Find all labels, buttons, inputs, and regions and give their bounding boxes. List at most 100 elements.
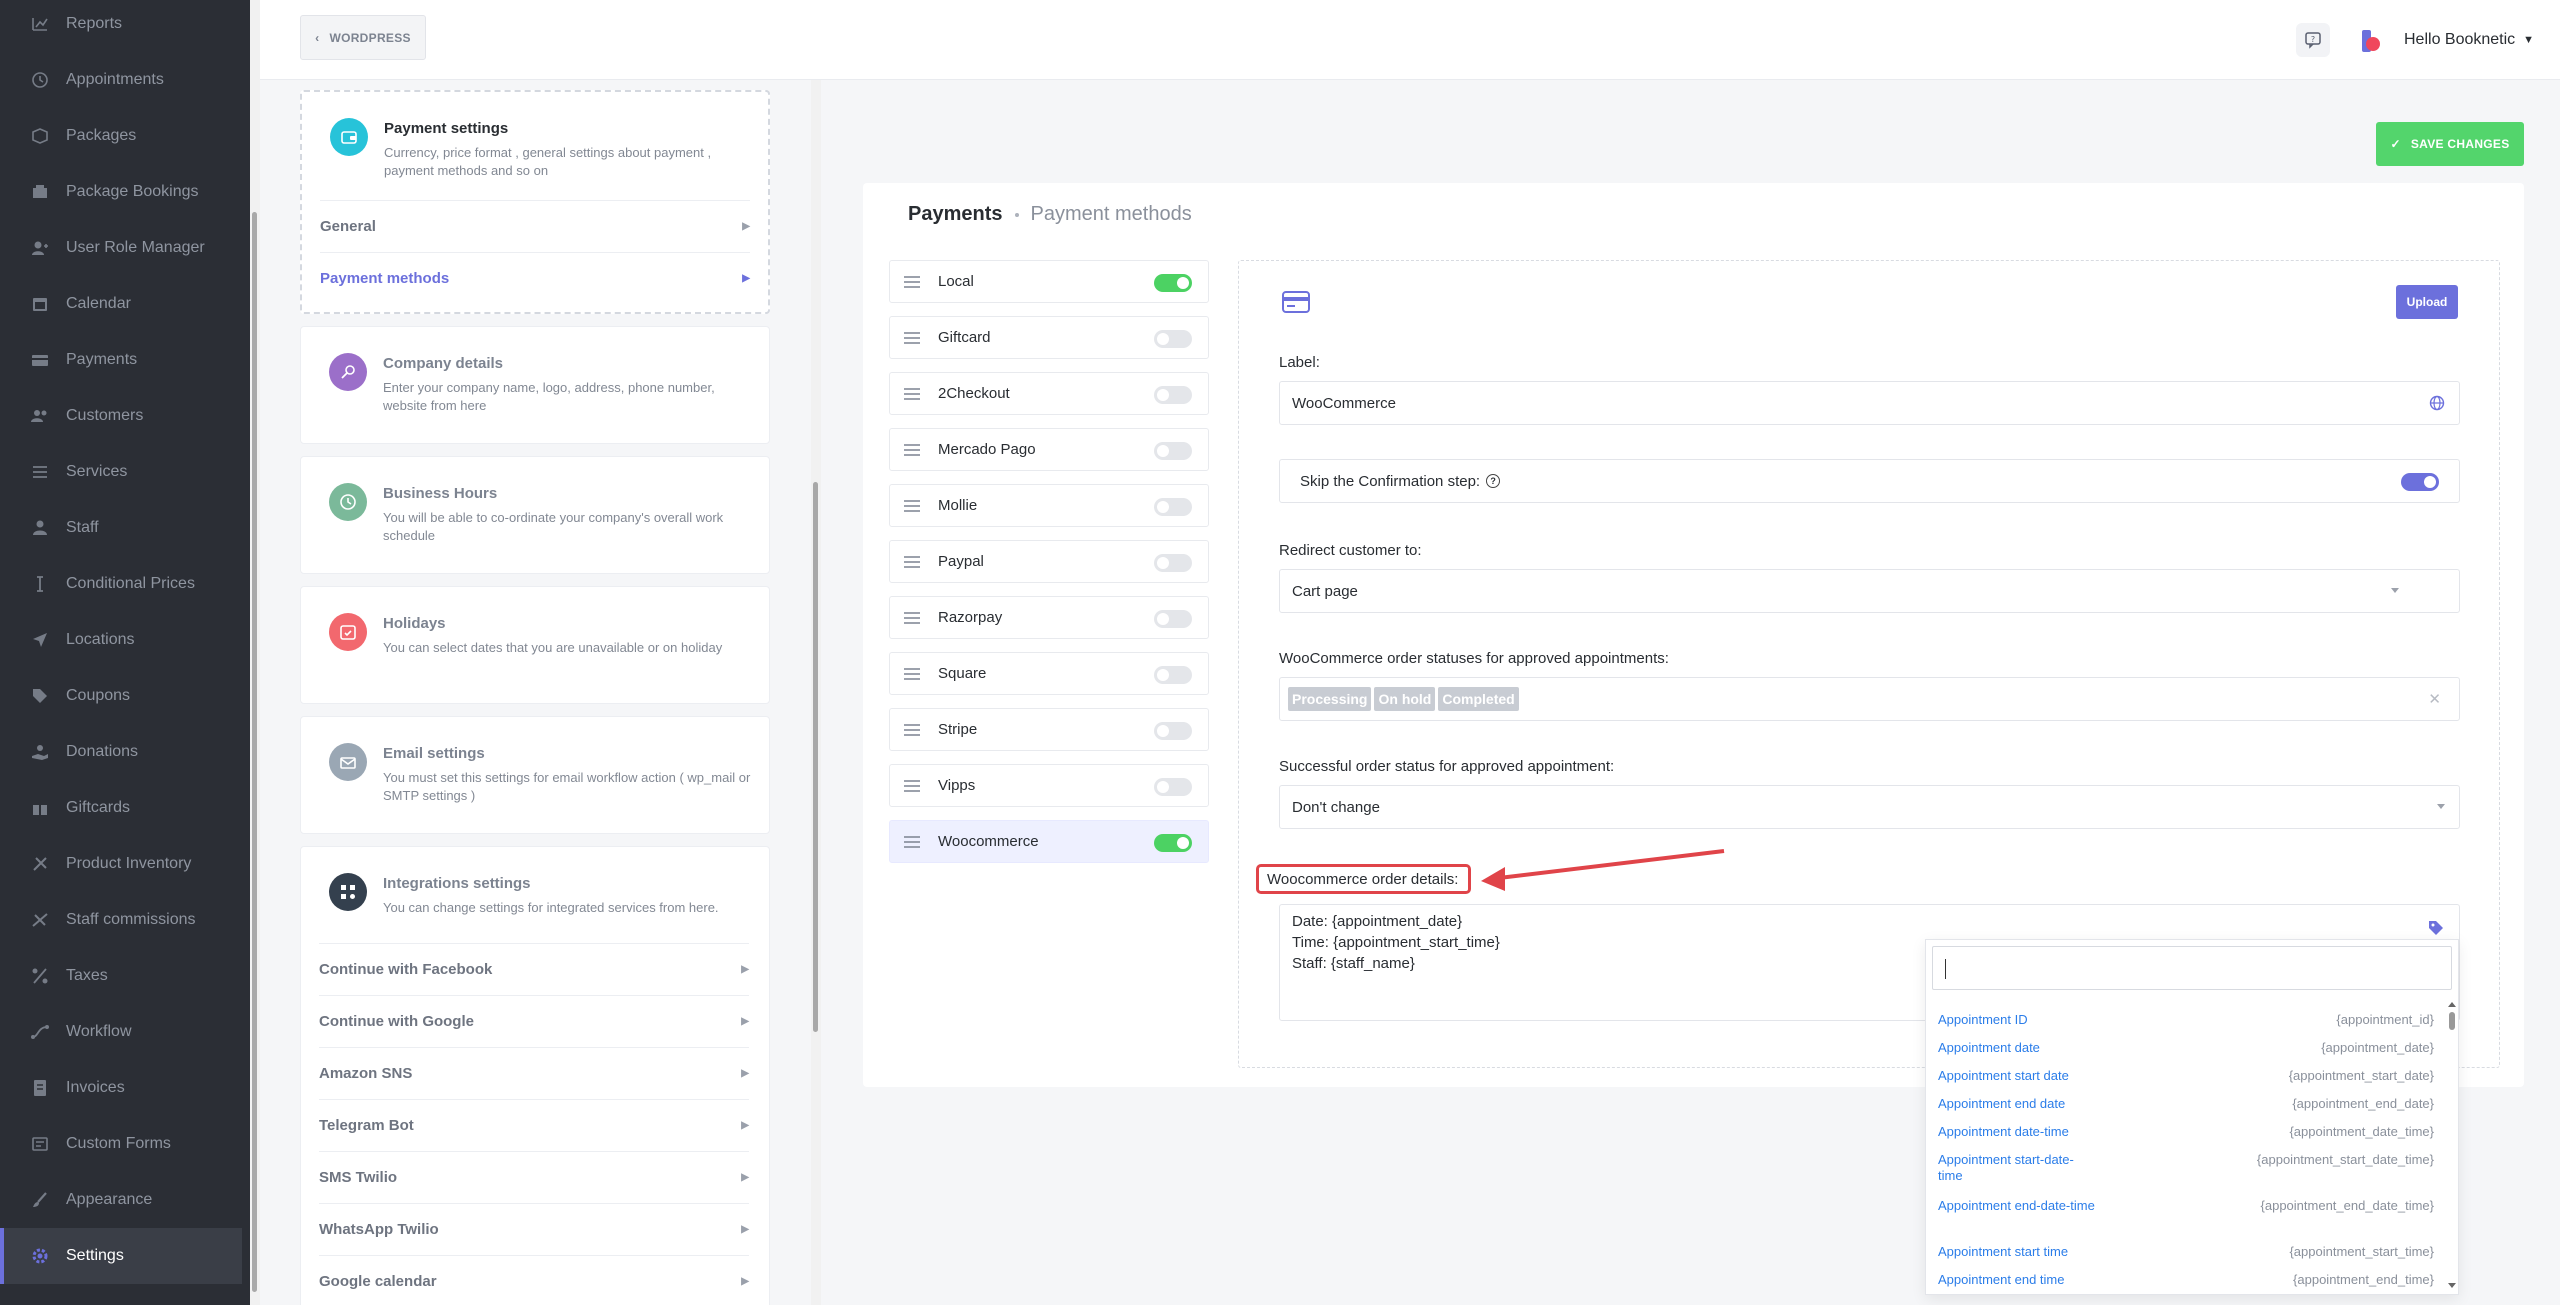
sidebar-item-appointments[interactable]: Appointments xyxy=(0,52,242,108)
shortcode-option[interactable]: Appointment end date {appointment_end_dat… xyxy=(1938,1096,2434,1112)
sidebar-scrollbar-thumb[interactable] xyxy=(252,212,257,1292)
sidebar-item-donations[interactable]: Donations xyxy=(0,724,242,780)
payment-method-toggle[interactable] xyxy=(1154,442,1192,460)
sidebar-item-taxes[interactable]: Taxes xyxy=(0,948,242,1004)
clear-icon[interactable]: ✕ xyxy=(2428,690,2441,708)
payment-method-razorpay[interactable]: Razorpay xyxy=(889,596,1209,639)
drag-handle-icon[interactable] xyxy=(904,723,920,736)
scroll-down-icon[interactable] xyxy=(2448,1282,2456,1290)
payment-method-toggle[interactable] xyxy=(1154,610,1192,628)
drag-handle-icon[interactable] xyxy=(904,387,920,400)
payment-method-toggle[interactable] xyxy=(1154,666,1192,684)
help-button[interactable]: ? xyxy=(2296,23,2330,57)
sidebar-item-conditional-prices[interactable]: Conditional Prices xyxy=(0,556,242,612)
email-settings-card[interactable]: Email settings You must set this setting… xyxy=(300,716,770,834)
sidebar-item-calendar[interactable]: Calendar xyxy=(0,276,242,332)
drag-handle-icon[interactable] xyxy=(904,275,920,288)
shortcode-option[interactable]: Appointment date-time {appointment_date_t… xyxy=(1938,1124,2434,1140)
success-status-select[interactable]: Don't change xyxy=(1279,785,2460,829)
label-input[interactable]: WooCommerce xyxy=(1279,381,2460,425)
payment-method-paypal[interactable]: Paypal xyxy=(889,540,1209,583)
question-icon[interactable]: ? xyxy=(1486,474,1501,488)
sidebar-item-staff-commissions[interactable]: Staff commissions xyxy=(0,892,242,948)
sidebar-item-locations[interactable]: Locations xyxy=(0,612,242,668)
integrations-settings-card[interactable]: Integrations settings You can change set… xyxy=(300,846,770,1305)
payment-method-woocommerce[interactable]: Woocommerce xyxy=(889,820,1209,863)
payment-method-toggle[interactable] xyxy=(1154,834,1192,852)
payment-settings-card[interactable]: Payment settings Currency, price format … xyxy=(300,90,770,314)
payment-method-mollie[interactable]: Mollie xyxy=(889,484,1209,527)
drag-handle-icon[interactable] xyxy=(904,779,920,792)
settings-scrollbar-thumb[interactable] xyxy=(813,482,818,1032)
company-details-card[interactable]: Company details Enter your company name,… xyxy=(300,326,770,444)
integration-item-whatsapp-twilio[interactable]: WhatsApp Twilio ▶ xyxy=(319,1203,749,1255)
shortcode-option[interactable]: Appointment ID {appointment_id} xyxy=(1938,1012,2434,1028)
shortcode-option[interactable]: Appointment date {appointment_date} xyxy=(1938,1040,2434,1056)
upload-button[interactable]: Upload xyxy=(2396,285,2458,319)
order-statuses-select[interactable]: Processing On hold Completed ✕ xyxy=(1279,677,2460,721)
sidebar-item-product-inventory[interactable]: Product Inventory xyxy=(0,836,242,892)
redirect-select[interactable]: Cart page xyxy=(1279,569,2460,613)
shortcode-option[interactable]: Appointment end time {appointment_end_tim… xyxy=(1938,1272,2434,1288)
shortcode-option[interactable]: Appointment start-date-time {appointment_… xyxy=(1938,1152,2434,1186)
scroll-up-icon[interactable] xyxy=(2448,1000,2456,1008)
settings-scrollbar[interactable] xyxy=(811,80,821,1305)
business-hours-card[interactable]: Business Hours You will be able to co-or… xyxy=(300,456,770,574)
user-menu[interactable]: Hello Booknetic ▼ xyxy=(2404,28,2534,52)
sub-item-general[interactable]: General ▶ xyxy=(320,200,750,252)
shortcode-search-input[interactable] xyxy=(1932,946,2452,990)
integration-item-continue-with-google[interactable]: Continue with Google ▶ xyxy=(319,995,749,1047)
drag-handle-icon[interactable] xyxy=(904,611,920,624)
integration-item-continue-with-facebook[interactable]: Continue with Facebook ▶ xyxy=(319,943,749,995)
payment-method-toggle[interactable] xyxy=(1154,498,1192,516)
sidebar-item-custom-forms[interactable]: Custom Forms xyxy=(0,1116,242,1172)
drag-handle-icon[interactable] xyxy=(904,499,920,512)
sidebar-item-services[interactable]: Services xyxy=(0,444,242,500)
sidebar-item-coupons[interactable]: Coupons xyxy=(0,668,242,724)
dropdown-scrollbar[interactable] xyxy=(2448,1000,2456,1290)
drag-handle-icon[interactable] xyxy=(904,835,920,848)
sidebar-item-giftcards[interactable]: Giftcards xyxy=(0,780,242,836)
globe-icon[interactable] xyxy=(2429,395,2445,411)
sidebar-item-package-bookings[interactable]: Package Bookings xyxy=(0,164,242,220)
integration-item-sms-twilio[interactable]: SMS Twilio ▶ xyxy=(319,1151,749,1203)
payment-method-mercado-pago[interactable]: Mercado Pago xyxy=(889,428,1209,471)
shortcode-option[interactable]: Appointment start date {appointment_start… xyxy=(1938,1068,2434,1084)
integration-item-google-calendar[interactable]: Google calendar ▶ xyxy=(319,1255,749,1305)
payment-method-toggle[interactable] xyxy=(1154,274,1192,292)
payment-method-stripe[interactable]: Stripe xyxy=(889,708,1209,751)
holidays-card[interactable]: Holidays You can select dates that you a… xyxy=(300,586,770,704)
sub-item-payment-methods[interactable]: Payment methods ▶ xyxy=(320,252,750,304)
payment-method-toggle[interactable] xyxy=(1154,778,1192,796)
sidebar-item-settings[interactable]: Settings xyxy=(0,1228,242,1284)
drag-handle-icon[interactable] xyxy=(904,667,920,680)
back-to-wordpress-button[interactable]: ‹ WORDPRESS xyxy=(300,15,426,60)
payment-method-toggle[interactable] xyxy=(1154,722,1192,740)
payment-method-giftcard[interactable]: Giftcard xyxy=(889,316,1209,359)
payment-method-toggle[interactable] xyxy=(1154,330,1192,348)
drag-handle-icon[interactable] xyxy=(904,555,920,568)
integration-item-telegram-bot[interactable]: Telegram Bot ▶ xyxy=(319,1099,749,1151)
save-changes-button[interactable]: ✓ SAVE CHANGES xyxy=(2376,122,2524,166)
payment-method-local[interactable]: Local xyxy=(889,260,1209,303)
skip-confirmation-toggle[interactable] xyxy=(2401,473,2439,491)
drag-handle-icon[interactable] xyxy=(904,443,920,456)
sidebar-item-payments[interactable]: Payments xyxy=(0,332,242,388)
integration-item-amazon-sns[interactable]: Amazon SNS ▶ xyxy=(319,1047,749,1099)
sidebar-item-staff[interactable]: Staff xyxy=(0,500,242,556)
payment-method-toggle[interactable] xyxy=(1154,386,1192,404)
sidebar-scrollbar[interactable] xyxy=(250,0,260,1305)
sidebar-item-packages[interactable]: Packages xyxy=(0,108,242,164)
sidebar-item-customers[interactable]: Customers xyxy=(0,388,242,444)
payment-method-2checkout[interactable]: 2Checkout xyxy=(889,372,1209,415)
sidebar-item-workflow[interactable]: Workflow xyxy=(0,1004,242,1060)
sidebar-item-reports[interactable]: Reports xyxy=(0,0,242,52)
shortcode-option[interactable]: Appointment start time {appointment_start… xyxy=(1938,1244,2434,1260)
payment-method-square[interactable]: Square xyxy=(889,652,1209,695)
payment-method-toggle[interactable] xyxy=(1154,554,1192,572)
sidebar-item-appearance[interactable]: Appearance xyxy=(0,1172,242,1228)
dropdown-scrollbar-thumb[interactable] xyxy=(2449,1012,2455,1030)
tag-icon[interactable] xyxy=(2427,919,2445,937)
shortcode-option[interactable]: Appointment end-date-time {appointment_en… xyxy=(1938,1198,2434,1232)
drag-handle-icon[interactable] xyxy=(904,331,920,344)
